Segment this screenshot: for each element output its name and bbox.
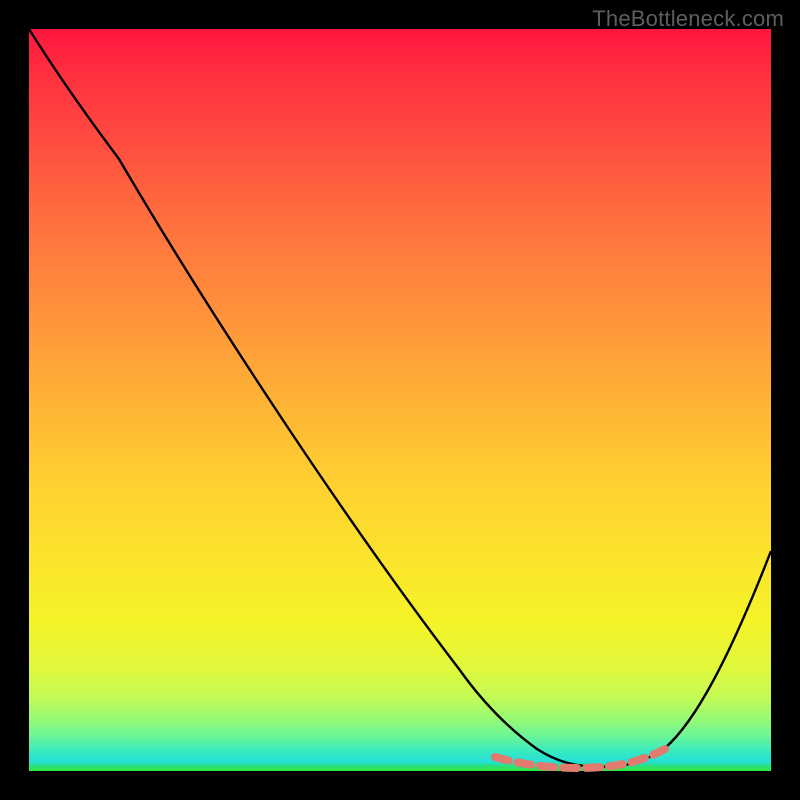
bottleneck-curve-path (29, 29, 771, 767)
watermark-text: TheBottleneck.com (592, 6, 784, 32)
plot-area (29, 29, 771, 771)
curve-overlay (29, 29, 771, 771)
